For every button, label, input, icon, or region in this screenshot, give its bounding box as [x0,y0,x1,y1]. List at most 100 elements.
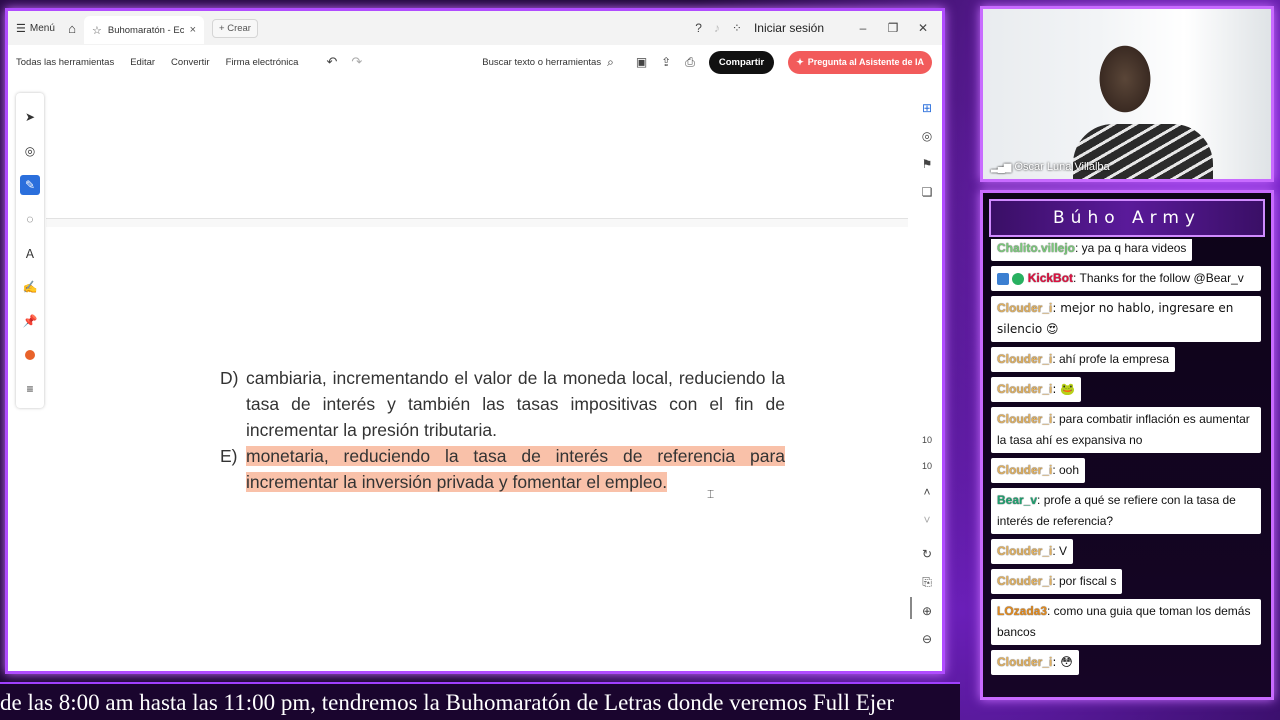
login-button[interactable]: Iniciar sesión [754,21,824,35]
chat-username: LOzada3 [997,604,1048,618]
chat-message: Clouder_i: V [991,539,1074,564]
edit-menu[interactable]: Editar [122,57,155,68]
option-e-letter: E) [220,446,238,466]
save-icon[interactable]: ▣ [636,55,647,69]
webcam-feed: ▂▄▆ Oscar Luna Villalba [980,6,1274,182]
title-bar: ☰ Menú ⌂ ☆ Buhomaratón - Econo... × + Cr… [8,11,942,45]
print-icon[interactable]: ⎙ [685,55,695,70]
option-d: D) cambiaria, incrementando el valor de … [220,365,785,443]
chat-message: Clouder_i: ooh [991,458,1086,483]
right-side-rail: ⊞ ◎ ⚑ ❏ 10 10 ˄ ˅ ↻ ⎘ ⊕ ⊖ [912,87,942,671]
document-tab[interactable]: ☆ Buhomaratón - Econo... × [84,16,204,44]
refresh-icon[interactable]: ↻ [922,547,932,561]
more-tools-icon[interactable]: ≡ [20,379,40,399]
bell-icon[interactable]: ♪ [714,21,720,35]
chat-text: : por fiscal s [1052,574,1117,588]
title-bar-actions: ? ♪ ⁘ Iniciar sesión – ❐ ✕ [695,21,942,35]
chat-username: Clouder_i [997,301,1053,315]
chat-title: Búho Army [989,199,1265,237]
comments-icon[interactable]: ◎ [922,129,932,143]
main-toolbar: Todas las herramientas Editar Convertir … [8,45,942,79]
close-window-icon[interactable]: ✕ [914,21,932,35]
chat-row: Chalito.villejo: ya pa q hara videos [991,239,1261,266]
page-up-icon[interactable]: ˄ [923,485,930,499]
chat-message: Clouder_i: 😳 [991,650,1079,675]
menu-button[interactable]: ☰ Menú [8,22,60,35]
toolbar-right: Buscar texto o herramientas ⌕ ▣ ⇪ ⎙ Comp… [482,50,942,74]
ai-assistant-label: Pregunta al Asistente de IA [807,57,924,67]
chat-row: Clouder_i: por fiscal s [991,569,1261,599]
option-d-letter: D) [220,368,239,388]
redo-icon[interactable]: ↷ [351,54,362,70]
minimize-icon[interactable]: – [854,21,872,35]
webcam-name-tag: ▂▄▆ Oscar Luna Villalba [991,161,1110,173]
stamp-icon[interactable]: ✍ [20,277,40,297]
chat-text: : 😳 [1052,655,1073,669]
home-icon[interactable]: ⌂ [60,21,84,36]
chat-row: Clouder_i: 🐸 [991,377,1261,407]
scrollbar-thumb[interactable] [910,597,912,619]
chat-message: Clouder_i: para combatir inflación es au… [991,407,1261,453]
chat-text: : V [1052,544,1068,558]
hamburger-icon: ☰ [16,22,26,35]
document-canvas[interactable]: D) cambiaria, incrementando el valor de … [46,79,908,671]
pin-icon[interactable]: 📌 [20,311,40,331]
left-tool-palette: ➤ ◎ ✎ ◌ Ａ ✍ 📌 ≡ [16,93,44,408]
fit-page-icon[interactable]: ⎘ [922,575,932,590]
apps-icon[interactable]: ⁘ [732,21,742,35]
all-tools-menu[interactable]: Todas las herramientas [8,57,114,68]
search-placeholder: Buscar texto o herramientas [482,56,602,68]
ai-assistant-button[interactable]: ✦ Pregunta al Asistente de IA [788,50,932,74]
search-box[interactable]: Buscar texto o herramientas ⌕ [482,55,614,70]
convert-menu[interactable]: Convertir [163,57,210,68]
chat-message-list[interactable]: Chalito.villejo: ya pa q hara videos Kic… [991,239,1261,691]
new-tab-button[interactable]: + Crear [212,18,258,38]
chat-message: Clouder_i: ahí profe la empresa [991,347,1176,372]
page-total: 10 [921,461,932,471]
color-picker[interactable] [20,345,40,365]
star-icon[interactable]: ☆ [92,24,102,37]
new-tab-label: Crear [227,22,251,34]
presenter-image [1073,124,1213,179]
select-arrow-icon[interactable]: ➤ [20,107,40,127]
chat-text: : ahí profe la empresa [1052,352,1170,366]
esign-menu[interactable]: Firma electrónica [218,57,299,68]
chat-row: Clouder_i: ahí profe la empresa [991,347,1261,377]
comment-icon[interactable]: ◎ [20,141,40,161]
zoom-out-icon[interactable]: ⊖ [922,632,932,646]
text-box-icon[interactable]: Ａ [20,243,40,263]
pages-icon[interactable]: ❏ [922,185,933,199]
chat-username: Clouder_i [997,544,1053,558]
bookmark-icon[interactable]: ⚑ [922,157,933,171]
chat-text: : 🐸 [1052,382,1076,396]
announcement-ticker: de las 8:00 am hasta las 11:00 pm, tendr… [0,682,960,720]
chat-text: : Thanks for the follow @Bear_v [1073,271,1244,285]
option-e-text: monetaria, reduciendo la tasa de interés… [246,446,785,492]
upload-icon[interactable]: ⇪ [661,55,671,69]
chat-username: KickBot [1027,271,1074,285]
close-tab-icon[interactable]: × [190,24,196,36]
text-cursor-icon: ⌶ [707,487,715,501]
chat-text: : ooh [1052,463,1080,477]
current-page: D) cambiaria, incrementando el valor de … [46,227,908,671]
signal-bars-icon: ▂▄▆ [991,161,1011,173]
highlighter-pen-icon[interactable]: ✎ [20,175,40,195]
lasso-icon[interactable]: ◌ [20,209,40,229]
zoom-in-icon[interactable]: ⊕ [922,604,932,618]
menu-label: Menú [29,22,55,34]
ai-summary-icon[interactable]: ⊞ [922,101,932,115]
share-button[interactable]: Compartir [708,50,775,74]
ai-icon: ✦ [796,56,804,67]
chat-message: KickBot: Thanks for the follow @Bear_v [991,266,1261,291]
page-down-icon[interactable]: ˅ [923,513,930,527]
undo-icon[interactable]: ↶ [326,54,337,70]
tab-title: Buhomaratón - Econo... [107,24,184,36]
chat-username: Chalito.villejo [997,241,1076,255]
chat-username: Clouder_i [997,382,1053,396]
maximize-icon[interactable]: ❐ [884,21,902,35]
bot-badge-icon [997,272,1009,285]
help-icon[interactable]: ? [695,21,702,35]
chat-username: Bear_v [997,493,1038,507]
chat-text: : ya pa q hara videos [1075,241,1187,255]
chat-message: Clouder_i: 🐸 [991,377,1082,402]
